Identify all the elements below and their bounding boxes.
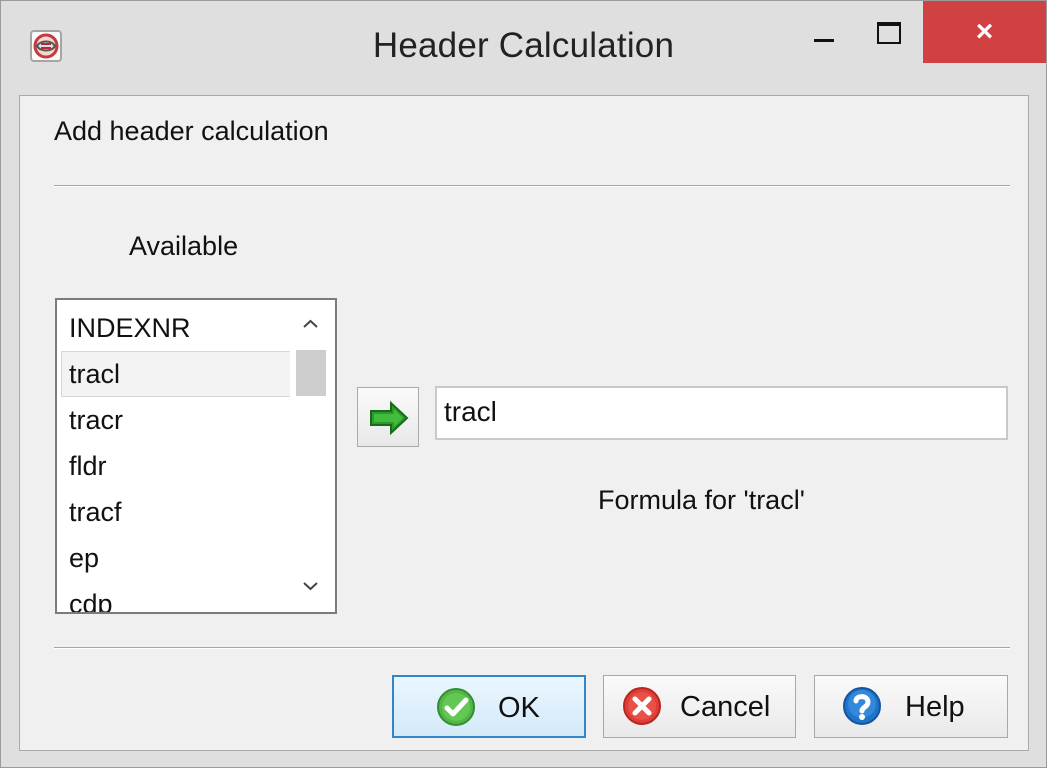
formula-input[interactable]: tracl [435,386,1008,440]
add-to-formula-button[interactable] [357,387,419,447]
maximize-button[interactable] [864,1,912,63]
scrollbar-thumb[interactable] [296,350,326,396]
bottom-divider [54,647,1010,648]
list-item-fldr[interactable]: fldr [61,443,292,489]
ok-button-label: OK [498,692,540,724]
chevron-down-icon [303,582,318,591]
close-icon: × [975,15,994,48]
list-item-indexnr[interactable]: INDEXNR [61,305,292,351]
list-item-tracr[interactable]: tracr [61,397,292,443]
close-button[interactable]: × [923,1,1046,63]
ok-button[interactable]: OK [392,675,586,738]
available-header-list[interactable]: INDEXNR tracl tracr fldr tracf ep cdp [55,298,337,614]
cancel-icon [623,687,661,725]
list-item-ep[interactable]: ep [61,535,292,581]
top-divider [54,185,1010,186]
minimize-button[interactable] [802,1,848,63]
scroll-down-button[interactable] [290,565,332,609]
help-button-label: Help [905,691,965,723]
list-item-tracf[interactable]: tracf [61,489,292,535]
window-titlebar[interactable]: Header Calculation × [1,1,1046,95]
dialog-panel: Add header calculation Available INDEXNR… [19,95,1029,751]
available-label: Available [129,231,239,261]
help-icon [843,687,881,725]
help-button[interactable]: Help [814,675,1008,738]
check-icon [437,688,475,726]
list-item-cdp[interactable]: cdp [61,581,292,612]
chevron-up-icon [303,319,318,328]
scroll-up-button[interactable] [290,303,332,347]
header-calculation-window: Header Calculation × Add header calculat… [0,0,1047,768]
formula-label: Formula for 'tracl' [598,485,805,515]
list-item-tracl[interactable]: tracl [61,351,292,397]
cancel-button-label: Cancel [680,691,771,723]
section-heading: Add header calculation [54,116,329,146]
available-header-items: INDEXNR tracl tracr fldr tracf ep cdp [61,305,292,612]
available-list-scrollbar[interactable] [290,303,332,609]
green-right-arrow-icon [370,400,409,436]
cancel-button[interactable]: Cancel [603,675,796,738]
